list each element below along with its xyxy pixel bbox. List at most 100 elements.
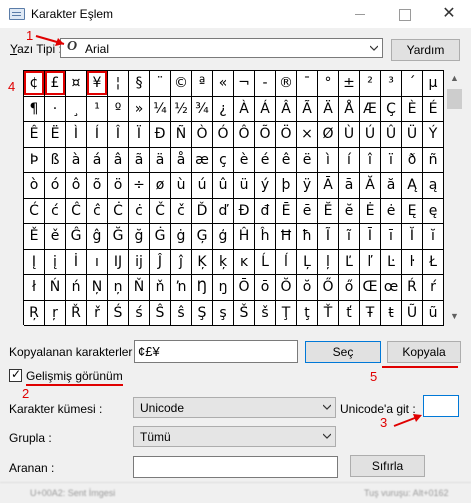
character-cell[interactable]: ĳ	[129, 249, 150, 275]
character-cell[interactable]: ÷	[129, 173, 150, 199]
character-cell[interactable]: ĕ	[339, 198, 360, 224]
character-cell[interactable]: Æ	[360, 96, 381, 122]
character-cell[interactable]: ¿	[213, 96, 234, 122]
character-cell[interactable]: Ś	[108, 300, 129, 326]
character-cell[interactable]: ¹	[87, 96, 108, 122]
character-cell[interactable]: ®	[276, 71, 297, 97]
character-cell[interactable]: œ	[381, 275, 402, 301]
character-cell[interactable]: Ď	[192, 198, 213, 224]
character-cell[interactable]: ù	[171, 173, 192, 199]
character-cell[interactable]: ğ	[129, 224, 150, 250]
character-cell[interactable]: ¬	[234, 71, 255, 97]
character-cell[interactable]: ·	[45, 96, 66, 122]
character-cell[interactable]: Ŏ	[276, 275, 297, 301]
character-cell[interactable]: Ŝ	[150, 300, 171, 326]
character-cell[interactable]: í	[339, 147, 360, 173]
search-field[interactable]	[133, 456, 338, 478]
character-cell[interactable]: ¦	[108, 71, 129, 97]
character-cell[interactable]: ñ	[423, 147, 444, 173]
character-cell[interactable]: â	[108, 147, 129, 173]
character-cell[interactable]: Î	[108, 122, 129, 148]
character-cell[interactable]: ī	[381, 224, 402, 250]
character-cell[interactable]: ő	[339, 275, 360, 301]
character-cell[interactable]: ó	[45, 173, 66, 199]
character-cell[interactable]: Ļ	[297, 249, 318, 275]
character-cell[interactable]: Ĳ	[108, 249, 129, 275]
character-cell[interactable]: Ē	[276, 198, 297, 224]
group-by-dropdown[interactable]: Tümü	[133, 426, 336, 447]
character-cell[interactable]: Ó	[213, 122, 234, 148]
scroll-down-arrow-icon[interactable]: ▼	[446, 308, 463, 325]
character-cell[interactable]: û	[213, 173, 234, 199]
scroll-up-arrow-icon[interactable]: ▲	[446, 70, 463, 87]
character-cell[interactable]: ň	[150, 275, 171, 301]
character-cell[interactable]: ś	[129, 300, 150, 326]
character-cell[interactable]: ă	[381, 173, 402, 199]
character-cell[interactable]: Ĝ	[66, 224, 87, 250]
character-cell[interactable]: Ń	[45, 275, 66, 301]
character-cell[interactable]: Å	[339, 96, 360, 122]
character-cell[interactable]: Ã	[297, 96, 318, 122]
character-cell[interactable]: ú	[192, 173, 213, 199]
minimize-button[interactable]	[338, 0, 382, 28]
character-cell[interactable]: ı	[87, 249, 108, 275]
character-cell[interactable]: æ	[192, 147, 213, 173]
character-cell[interactable]: Ť	[318, 300, 339, 326]
character-cell[interactable]: š	[255, 300, 276, 326]
character-cell[interactable]: Ę	[402, 198, 423, 224]
character-cell[interactable]: Ţ	[276, 300, 297, 326]
character-cell[interactable]: ě	[45, 224, 66, 250]
character-cell[interactable]: ŀ	[402, 249, 423, 275]
character-cell[interactable]: Ō	[234, 275, 255, 301]
character-cell[interactable]: ¶	[24, 96, 45, 122]
character-cell[interactable]: ©	[171, 71, 192, 97]
character-cell[interactable]: į	[45, 249, 66, 275]
character-cell[interactable]: Ĉ	[66, 198, 87, 224]
character-cell[interactable]: đ	[255, 198, 276, 224]
character-cell[interactable]: õ	[87, 173, 108, 199]
character-cell[interactable]: ý	[255, 173, 276, 199]
character-cell[interactable]: Ò	[192, 122, 213, 148]
character-cell[interactable]: ô	[66, 173, 87, 199]
character-cell[interactable]: ŉ	[171, 275, 192, 301]
character-cell[interactable]: ü	[234, 173, 255, 199]
character-cell[interactable]: Ũ	[402, 300, 423, 326]
character-cell[interactable]: ĝ	[87, 224, 108, 250]
character-cell[interactable]: ĺ	[276, 249, 297, 275]
character-cell[interactable]: ģ	[213, 224, 234, 250]
character-cell[interactable]: ō	[255, 275, 276, 301]
character-cell[interactable]: ð	[402, 147, 423, 173]
character-cell[interactable]: ª	[192, 71, 213, 97]
character-cell[interactable]: Ô	[234, 122, 255, 148]
character-cell[interactable]: å	[171, 147, 192, 173]
character-cell[interactable]: Ú	[360, 122, 381, 148]
character-cell[interactable]: Ą	[402, 173, 423, 199]
character-cell[interactable]: Ä	[318, 96, 339, 122]
character-cell[interactable]: ŏ	[297, 275, 318, 301]
character-cell[interactable]: Ņ	[87, 275, 108, 301]
character-cell[interactable]: þ	[276, 173, 297, 199]
character-cell[interactable]: Ö	[276, 122, 297, 148]
character-cell[interactable]: Š	[234, 300, 255, 326]
character-cell[interactable]: Ĵ	[150, 249, 171, 275]
advanced-view-label[interactable]: Gelişmiş görünüm	[26, 369, 123, 383]
character-cell[interactable]: ė	[381, 198, 402, 224]
character-cell[interactable]: ø	[150, 173, 171, 199]
select-button[interactable]: Seç	[305, 341, 381, 363]
character-cell[interactable]: Ă	[360, 173, 381, 199]
character-cell[interactable]: ņ	[108, 275, 129, 301]
character-cell[interactable]: ò	[24, 173, 45, 199]
character-cell[interactable]: ń	[66, 275, 87, 301]
character-cell[interactable]: î	[360, 147, 381, 173]
character-cell[interactable]: ë	[297, 147, 318, 173]
character-cell[interactable]: ŧ	[381, 300, 402, 326]
character-cell[interactable]: ā	[339, 173, 360, 199]
maximize-button[interactable]	[382, 0, 426, 28]
character-cell[interactable]: Ħ	[276, 224, 297, 250]
character-cell[interactable]: ¸	[66, 96, 87, 122]
character-cell[interactable]: Ř	[66, 300, 87, 326]
character-cell[interactable]: ħ	[297, 224, 318, 250]
character-cell[interactable]: ľ	[360, 249, 381, 275]
character-cell[interactable]: ġ	[171, 224, 192, 250]
character-cell[interactable]: ł	[24, 275, 45, 301]
